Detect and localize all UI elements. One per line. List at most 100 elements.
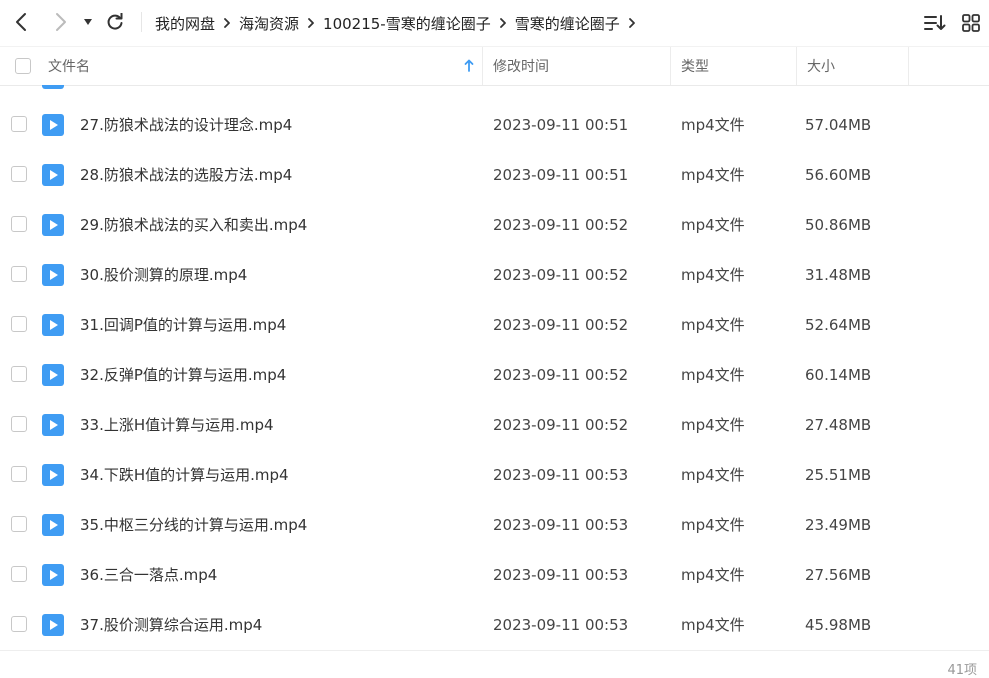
file-modified-date: 2023-09-11 00:53	[493, 566, 629, 584]
video-file-icon	[42, 464, 64, 486]
breadcrumb-item[interactable]: 海淘资源	[239, 13, 299, 34]
file-list-header: 文件名 修改时间 类型 大小	[0, 46, 989, 86]
file-row[interactable]: 28.防狼术战法的选股方法.mp4 2023-09-11 00:51 mp4文件 56…	[0, 150, 989, 200]
video-file-icon	[42, 264, 64, 286]
file-name[interactable]: 33.上涨H值计算与运用.mp4	[80, 400, 274, 450]
item-count: 41项	[947, 663, 977, 678]
chevron-right-icon	[223, 18, 231, 28]
refresh-button[interactable]	[102, 9, 128, 35]
file-size: 60.14MB	[805, 366, 872, 384]
status-bar: 41项	[0, 650, 989, 678]
file-row[interactable]: 30.股价测算的原理.mp4 2023-09-11 00:52 mp4文件 31.48…	[0, 250, 989, 300]
file-type: mp4文件	[681, 416, 745, 434]
column-divider	[670, 47, 671, 85]
file-row[interactable]: 36.三合一落点.mp4 2023-09-11 00:53 mp4文件 27.56MB	[0, 550, 989, 600]
file-size: 52.64MB	[805, 316, 872, 334]
file-row[interactable]: 29.防狼术战法的买入和卖出.mp4 2023-09-11 00:52 mp4文件 5…	[0, 200, 989, 250]
sort-icon	[924, 15, 946, 30]
forward-button[interactable]	[48, 9, 74, 35]
file-name[interactable]: 29.防狼术战法的买入和卖出.mp4	[80, 200, 307, 250]
file-row[interactable]: 32.反弹P值的计算与运用.mp4 2023-09-11 00:52 mp4文件 60…	[0, 350, 989, 400]
row-checkbox[interactable]	[11, 566, 27, 582]
file-name[interactable]: 35.中枢三分线的计算与运用.mp4	[80, 500, 307, 550]
file-size: 27.56MB	[805, 566, 872, 584]
file-name[interactable]: 34.下跌H值的计算与运用.mp4	[80, 450, 289, 500]
column-header-name-label: 文件名	[48, 59, 90, 75]
file-row[interactable]: 35.中枢三分线的计算与运用.mp4 2023-09-11 00:53 mp4文件 2…	[0, 500, 989, 550]
column-header-date[interactable]: 修改时间	[493, 47, 663, 85]
breadcrumb-item[interactable]: 雪寒的缠论圈子	[515, 13, 620, 34]
column-divider	[908, 47, 909, 85]
row-checkbox[interactable]	[11, 116, 27, 132]
chevron-right-icon	[56, 13, 66, 31]
file-modified-date: 2023-09-11 00:52	[493, 416, 629, 434]
history-dropdown-button[interactable]	[78, 9, 98, 35]
file-name[interactable]: 27.防狼术战法的设计理念.mp4	[80, 100, 292, 150]
breadcrumb-item[interactable]: 我的网盘	[155, 13, 215, 34]
row-checkbox[interactable]	[11, 216, 27, 232]
column-header-type-label: 类型	[681, 59, 709, 75]
file-row[interactable]: 34.下跌H值的计算与运用.mp4 2023-09-11 00:53 mp4文件 25…	[0, 450, 989, 500]
file-size: 57.04MB	[805, 116, 872, 134]
grid-icon	[962, 14, 980, 32]
breadcrumb-item[interactable]: 100215-雪寒的缠论圈子	[323, 13, 491, 34]
row-checkbox[interactable]	[11, 266, 27, 282]
column-header-size-label: 大小	[807, 59, 835, 75]
select-all-checkbox-wrap	[15, 47, 31, 85]
breadcrumb: 我的网盘 海淘资源 100215-雪寒的缠论圈子 雪寒的缠论圈子	[141, 0, 644, 46]
file-name[interactable]: 32.反弹P值的计算与运用.mp4	[80, 350, 286, 400]
file-type: mp4文件	[681, 316, 745, 334]
file-modified-date: 2023-09-11 00:53	[493, 516, 629, 534]
file-type: mp4文件	[681, 516, 745, 534]
video-file-icon	[42, 214, 64, 236]
file-name[interactable]: 36.三合一落点.mp4	[80, 550, 217, 600]
row-checkbox[interactable]	[11, 616, 27, 632]
video-file-icon	[42, 314, 64, 336]
row-checkbox[interactable]	[11, 466, 27, 482]
select-all-checkbox[interactable]	[15, 58, 31, 74]
caret-down-icon	[84, 19, 92, 25]
file-row[interactable]: 31.回调P值的计算与运用.mp4 2023-09-11 00:52 mp4文件 52…	[0, 300, 989, 350]
row-checkbox[interactable]	[11, 166, 27, 182]
video-file-icon	[42, 414, 64, 436]
video-file-icon	[42, 164, 64, 186]
back-button[interactable]	[8, 9, 34, 35]
file-modified-date: 2023-09-11 00:52	[493, 316, 629, 334]
video-file-icon	[42, 564, 64, 586]
view-controls	[913, 10, 985, 36]
grid-view-button[interactable]	[957, 10, 985, 36]
file-size: 27.48MB	[805, 416, 872, 434]
video-file-icon	[42, 614, 64, 636]
file-size: 23.49MB	[805, 516, 872, 534]
column-divider	[482, 47, 483, 85]
chevron-left-icon	[16, 13, 26, 31]
chevron-right-icon	[628, 18, 636, 28]
file-row[interactable]: 37.股价测算综合运用.mp4 2023-09-11 00:53 mp4文件 45.9…	[0, 600, 989, 650]
column-header-size[interactable]: 大小	[807, 47, 902, 85]
file-name[interactable]: 28.防狼术战法的选股方法.mp4	[80, 150, 292, 200]
file-modified-date: 2023-09-11 00:51	[493, 116, 629, 134]
file-name[interactable]: 37.股价测算综合运用.mp4	[80, 600, 262, 650]
sort-button[interactable]	[921, 10, 949, 36]
column-header-name[interactable]: 文件名	[48, 47, 480, 85]
file-type: mp4文件	[681, 116, 745, 134]
column-header-type[interactable]: 类型	[681, 47, 791, 85]
file-list: 27.防狼术战法的设计理念.mp4 2023-09-11 00:51 mp4文件 57…	[0, 85, 989, 650]
row-checkbox[interactable]	[11, 316, 27, 332]
file-modified-date: 2023-09-11 00:52	[493, 366, 629, 384]
sort-ascending-icon	[464, 59, 474, 72]
file-name[interactable]: 31.回调P值的计算与运用.mp4	[80, 300, 286, 350]
video-file-icon	[42, 114, 64, 136]
row-checkbox[interactable]	[11, 366, 27, 382]
file-row[interactable]: 33.上涨H值计算与运用.mp4 2023-09-11 00:52 mp4文件 27.…	[0, 400, 989, 450]
file-modified-date: 2023-09-11 00:53	[493, 466, 629, 484]
file-name[interactable]: 30.股价测算的原理.mp4	[80, 250, 247, 300]
file-size: 25.51MB	[805, 466, 872, 484]
file-row[interactable]: 27.防狼术战法的设计理念.mp4 2023-09-11 00:51 mp4文件 57…	[0, 100, 989, 150]
row-checkbox[interactable]	[11, 416, 27, 432]
toolbar: 我的网盘 海淘资源 100215-雪寒的缠论圈子 雪寒的缠论圈子	[0, 0, 989, 46]
chevron-right-icon	[499, 18, 507, 28]
column-header-date-label: 修改时间	[493, 59, 549, 75]
row-checkbox[interactable]	[11, 516, 27, 532]
file-type: mp4文件	[681, 616, 745, 634]
